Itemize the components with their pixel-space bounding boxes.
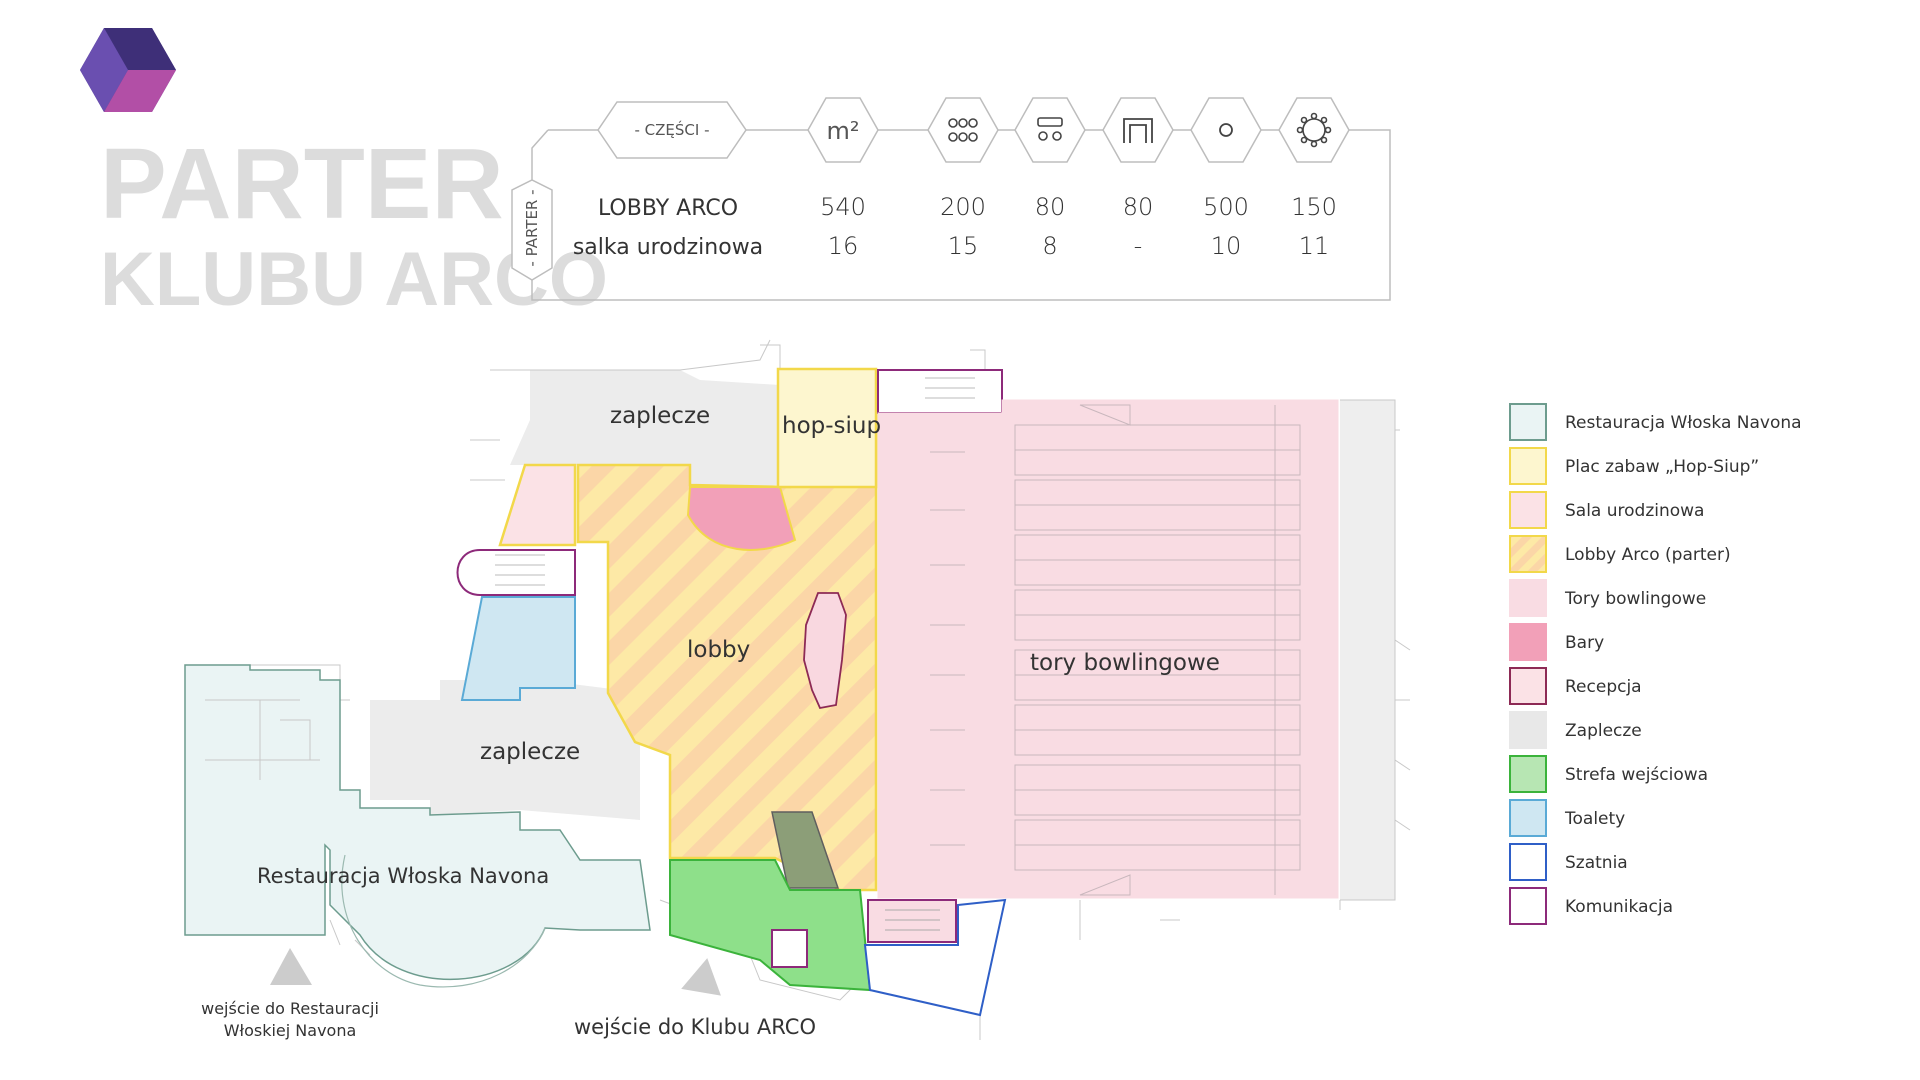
legend-item: Restauracja Włoska Navona: [1509, 403, 1802, 441]
legend-swatch: [1509, 623, 1547, 661]
entrance-komunikacja-box: [771, 929, 808, 968]
legend-swatch: [1509, 799, 1547, 837]
legend-item: Plac zabaw „Hop-Siup”: [1509, 447, 1759, 485]
legend-item: Lobby Arco (parter): [1509, 535, 1731, 573]
legend-label: Szatnia: [1565, 853, 1628, 873]
room-toalety: [460, 596, 576, 701]
row-name-salka: salka urodzinowa: [573, 235, 763, 260]
legend-label: Tory bowlingowe: [1564, 589, 1706, 609]
page-title-line1: PARTER: [100, 128, 504, 240]
legend-swatch: [1509, 579, 1547, 617]
legend-swatch: [1509, 403, 1547, 441]
legend-swatch: [1509, 491, 1547, 529]
value-cell: 500: [1203, 193, 1249, 221]
legend-label: Lobby Arco (parter): [1565, 545, 1731, 565]
legend-swatch: [1509, 755, 1547, 793]
legend-label: Recepcja: [1565, 677, 1642, 697]
legend-item: Tory bowlingowe: [1509, 579, 1706, 617]
legend-label: Plac zabaw „Hop-Siup”: [1565, 457, 1759, 477]
label-zaplecze-bottom: zaplecze: [480, 739, 580, 765]
entrance-arrow-restaurant-icon: [270, 948, 312, 985]
stairs-left: [456, 549, 576, 596]
stairs-top: [877, 369, 1003, 414]
value-cell: 200: [940, 193, 986, 221]
legend-label: Toalety: [1564, 809, 1625, 829]
label-lobby: lobby: [687, 637, 750, 663]
value-cell: 8: [1042, 232, 1057, 260]
value-cell: 11: [1299, 232, 1330, 260]
legend-item: Recepcja: [1509, 667, 1642, 705]
legend-item: Sala urodzinowa: [1509, 491, 1704, 529]
parter-side-label: - PARTER -: [523, 189, 541, 266]
legend-swatch: [1509, 535, 1547, 573]
value-cell: -: [1134, 232, 1143, 260]
entrance-arrow-club-icon: [681, 958, 721, 996]
entrance-club-label: wejście do Klubu ARCO: [574, 1015, 816, 1039]
value-cell: 10: [1211, 232, 1242, 260]
value-cell: 150: [1291, 193, 1337, 221]
label-zaplecze-top: zaplecze: [610, 403, 710, 429]
legend-item: Komunikacja: [1509, 887, 1673, 925]
floor-plan-map: PARTER KLUBU ARCO - CZĘŚCI - - PARTER - …: [80, 28, 1802, 1040]
entrance-restaurant-line2: Włoskiej Navona: [224, 1021, 357, 1040]
value-cell: 15: [948, 232, 979, 260]
legend-label: Sala urodzinowa: [1565, 501, 1704, 521]
legend-item: Zaplecze: [1509, 711, 1642, 749]
legend-item: Strefa wejściowa: [1509, 755, 1708, 793]
legend: Restauracja Włoska Navona Plac zabaw „Hop…: [1509, 403, 1802, 925]
value-cell: 80: [1035, 193, 1066, 221]
legend-label: Restauracja Włoska Navona: [1565, 413, 1802, 433]
value-cell: 16: [828, 232, 859, 260]
legend-label: Komunikacja: [1565, 897, 1673, 917]
value-cell: 540: [820, 193, 866, 221]
area-header: m²: [827, 117, 860, 145]
legend-swatch: [1509, 447, 1547, 485]
room-sala-urodzinowa: [498, 463, 577, 547]
row-name-lobby: LOBBY ARCO: [598, 196, 738, 221]
label-tory-bowlingowe: tory bowlingowe: [1030, 650, 1220, 676]
label-hop-siup: hop-siup: [782, 413, 881, 439]
legend-swatch: [1509, 711, 1547, 749]
legend-label: Zaplecze: [1565, 721, 1642, 741]
legend-label: Bary: [1565, 633, 1604, 653]
entrance-restaurant-line1: wejście do Restauracji: [201, 999, 379, 1018]
legend-item: Toalety: [1509, 799, 1625, 837]
value-cell: 80: [1123, 193, 1154, 221]
legend-swatch: [1509, 887, 1547, 925]
parts-header: - CZĘŚCI -: [634, 120, 709, 139]
legend-swatch: [1509, 667, 1547, 705]
legend-item: Bary: [1509, 623, 1604, 661]
legend-label: Strefa wejściowa: [1565, 765, 1708, 785]
legend-item: Szatnia: [1509, 843, 1628, 881]
label-restauracja: Restauracja Włoska Navona: [257, 864, 549, 888]
stairs-bottom: [867, 899, 957, 943]
arco-logo-icon: [80, 28, 176, 112]
legend-swatch: [1509, 843, 1547, 881]
